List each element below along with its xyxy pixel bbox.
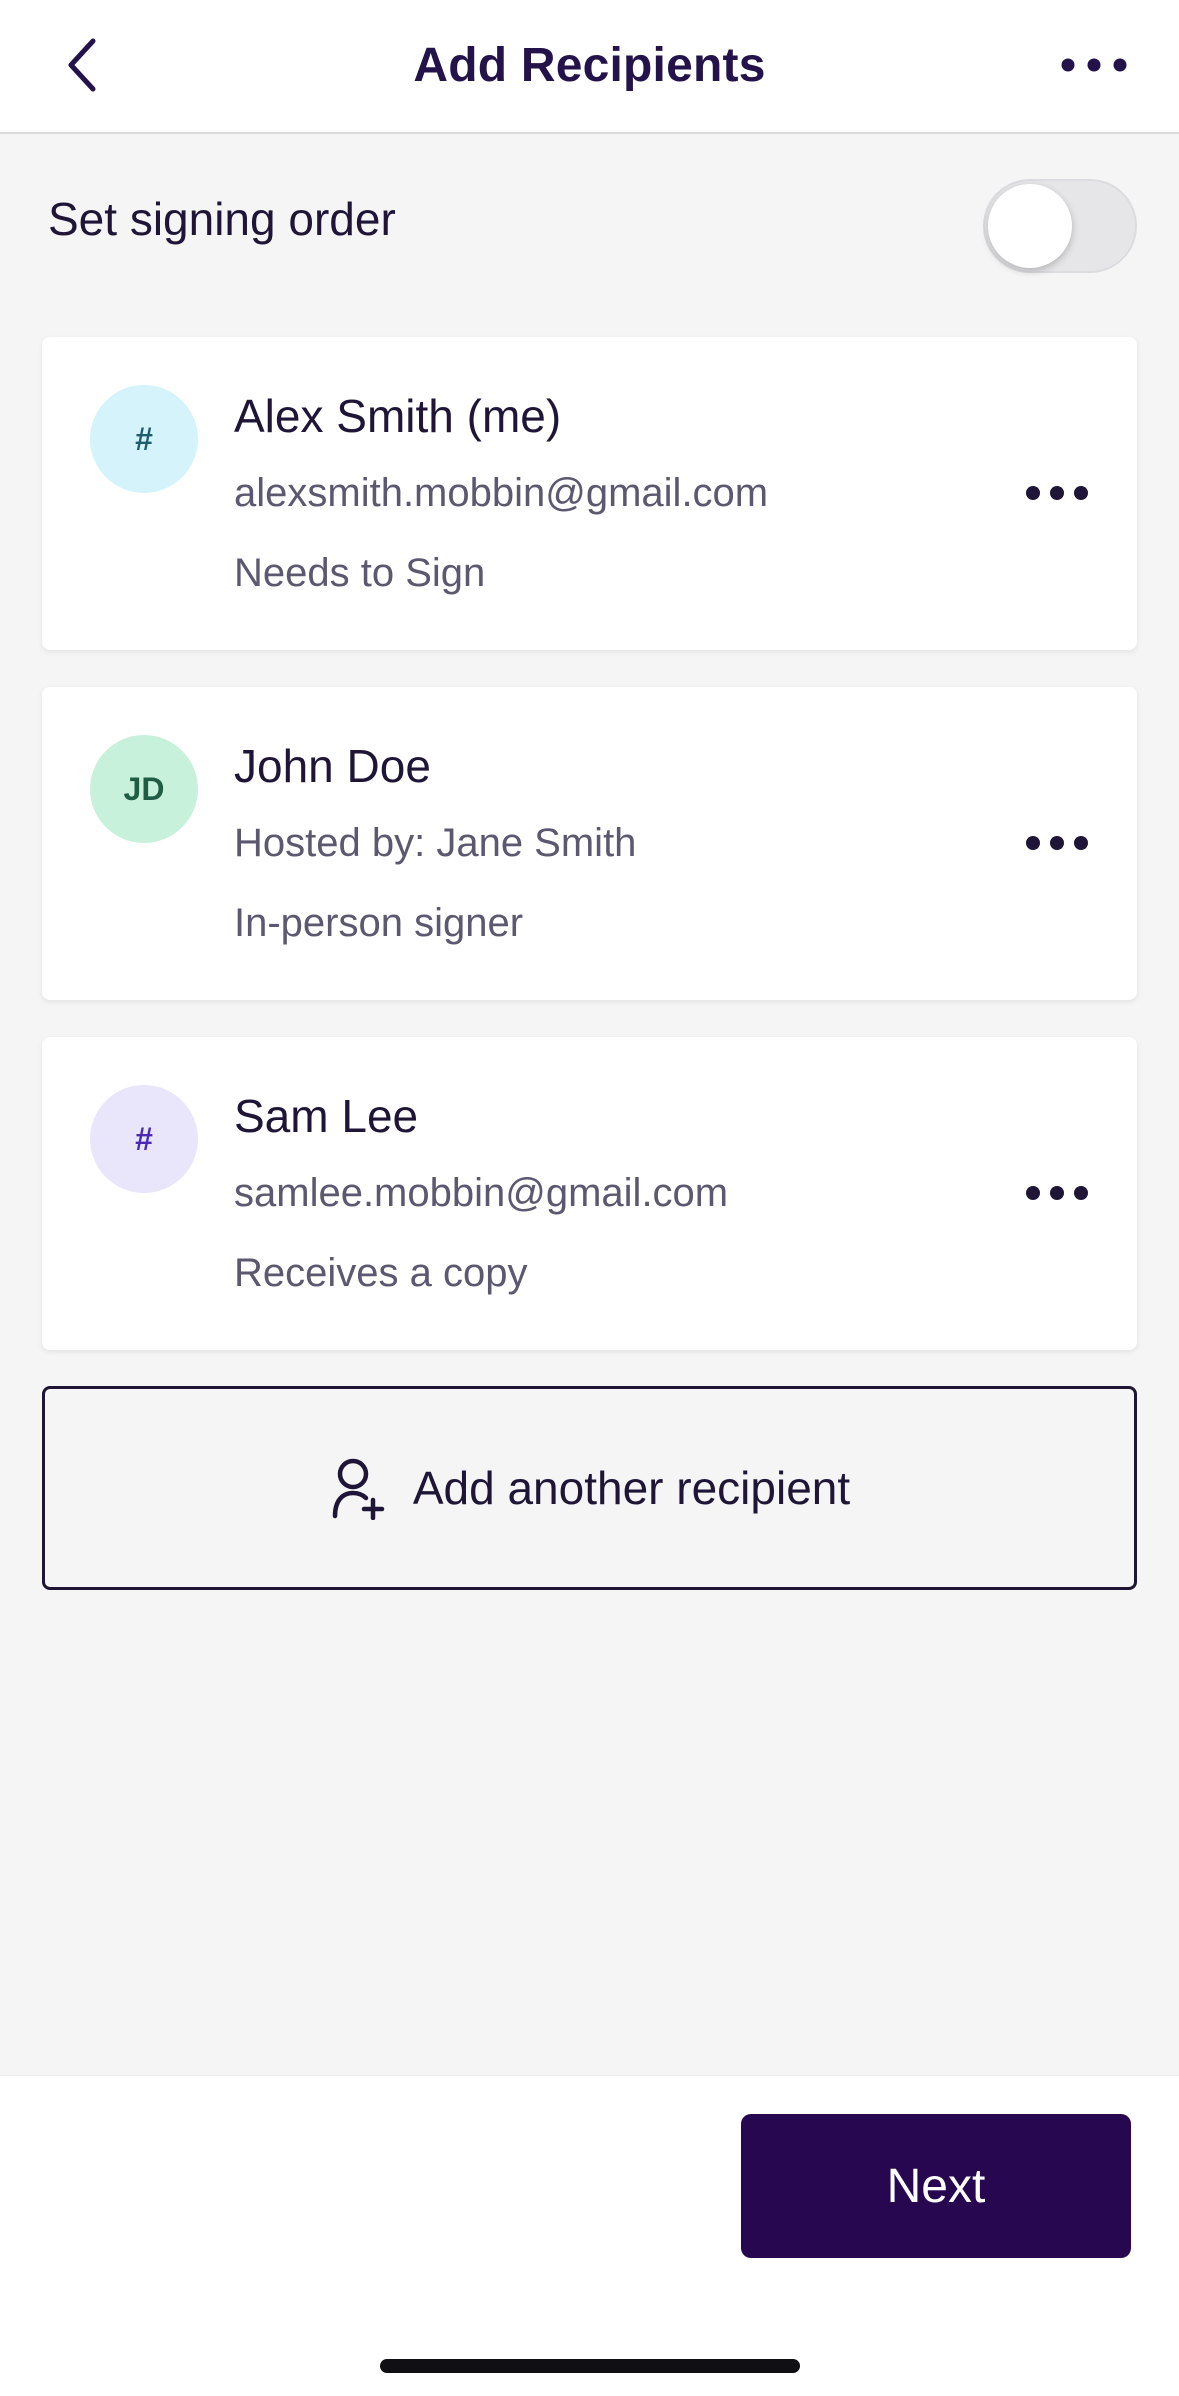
- signing-order-row: Set signing order: [0, 134, 1179, 318]
- recipient-more-button[interactable]: [1015, 463, 1099, 523]
- add-recipients-screen: Add Recipients Set signing order # Alex …: [0, 0, 1179, 2396]
- recipient-role: In-person signer: [234, 901, 524, 945]
- header-more-button[interactable]: [1049, 34, 1139, 96]
- more-horizontal-icon: [1026, 1186, 1088, 1200]
- avatar: JD: [90, 735, 198, 843]
- recipient-card[interactable]: JD John Doe Hosted by: Jane Smith In-per…: [42, 687, 1137, 1000]
- recipient-role: Needs to Sign: [234, 551, 486, 595]
- more-horizontal-icon: [1061, 58, 1127, 72]
- next-button[interactable]: Next: [741, 2114, 1131, 2258]
- more-horizontal-icon: [1026, 486, 1088, 500]
- signing-order-toggle[interactable]: [983, 179, 1137, 273]
- add-another-recipient-button[interactable]: Add another recipient: [42, 1386, 1137, 1590]
- bottom-action-bar: Next: [0, 2075, 1179, 2396]
- avatar: #: [90, 385, 198, 493]
- toggle-knob: [988, 184, 1072, 268]
- avatar-initials: #: [135, 420, 153, 457]
- recipient-name: John Doe: [234, 740, 431, 792]
- more-horizontal-icon: [1026, 836, 1088, 850]
- recipient-role: Receives a copy: [234, 1251, 528, 1295]
- home-indicator: [380, 2359, 800, 2373]
- recipient-name: Sam Lee: [234, 1090, 419, 1142]
- signing-order-label: Set signing order: [48, 193, 396, 245]
- recipient-email: samlee.mobbin@gmail.com: [234, 1171, 729, 1215]
- recipient-more-button[interactable]: [1015, 813, 1099, 873]
- avatar: #: [90, 1085, 198, 1193]
- page-title: Add Recipients: [413, 39, 766, 92]
- avatar-initials: JD: [123, 770, 165, 807]
- recipient-more-button[interactable]: [1015, 1163, 1099, 1223]
- recipient-name: Alex Smith (me): [234, 390, 562, 442]
- top-navigation-bar: Add Recipients: [0, 0, 1179, 134]
- recipient-email: alexsmith.mobbin@gmail.com: [234, 471, 769, 515]
- add-recipient-label: Add another recipient: [412, 1462, 851, 1514]
- recipient-host: Hosted by: Jane Smith: [234, 821, 637, 865]
- avatar-initials: #: [135, 1120, 153, 1157]
- add-person-icon: [332, 1458, 385, 1520]
- recipient-card[interactable]: # Alex Smith (me) alexsmith.mobbin@gmail…: [42, 337, 1137, 650]
- recipient-card[interactable]: # Sam Lee samlee.mobbin@gmail.com Receiv…: [42, 1037, 1137, 1350]
